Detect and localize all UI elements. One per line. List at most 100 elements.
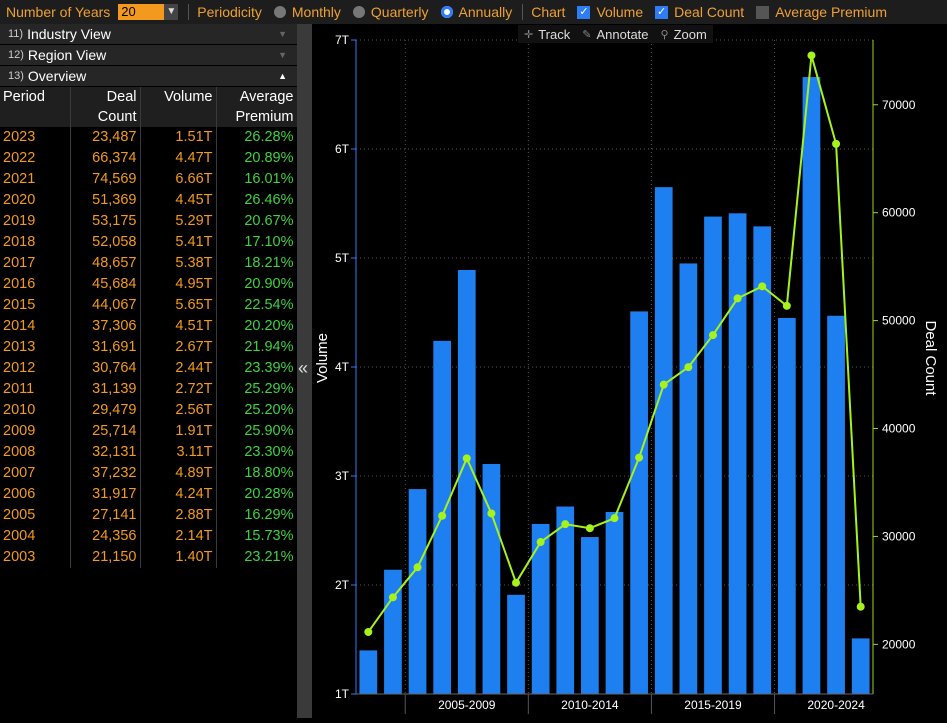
y-tick-label: 5T <box>335 251 350 265</box>
chevron-up-icon[interactable]: ▲ <box>278 71 287 81</box>
zoom-label: Zoom <box>673 26 707 42</box>
deal-count-point <box>758 282 767 291</box>
table-row[interactable]: 2013 31,691 2.67T 21.94% <box>0 337 298 358</box>
track-button[interactable]: ✛ Track <box>518 25 576 43</box>
chevron-down-icon[interactable]: ▼ <box>278 29 287 39</box>
volume-label[interactable]: Volume <box>596 4 643 20</box>
table-row[interactable]: 2016 45,684 4.95T 20.90% <box>0 274 298 295</box>
volume-bar <box>408 489 427 694</box>
monthly-radio[interactable] <box>273 6 286 18</box>
x-tick-label: 2010-2014 <box>561 698 619 712</box>
average-premium-checkbox[interactable]: ✓ <box>756 5 770 19</box>
table-row[interactable]: 2014 37,306 4.51T 20.20% <box>0 316 298 337</box>
annually-radio[interactable] <box>440 6 453 18</box>
deal-count-point <box>388 593 397 602</box>
deal-count-checkbox[interactable]: ✓ <box>655 5 669 19</box>
cell-volume: 2.67T <box>140 337 217 358</box>
years-select[interactable]: 20 ▼ <box>118 4 179 20</box>
volume-checkbox[interactable]: ✓ <box>577 5 591 19</box>
chevron-down-icon[interactable]: ▼ <box>278 50 287 60</box>
y-axis-title: Volume <box>314 333 331 383</box>
deal-count-point <box>733 294 742 303</box>
cell-average-premium: 20.67% <box>216 211 298 232</box>
column-header-volume[interactable]: Volume <box>140 87 217 127</box>
volume-dealcount-chart[interactable]: 1T 2T 3T 4T 5T 6T 7T 20000 30000 40000 50000 60000 7… <box>312 24 947 718</box>
table-row[interactable]: 2021 74,569 6.66T 16.01% <box>0 169 298 190</box>
years-value[interactable]: 20 <box>118 4 165 20</box>
cell-period: 2005 <box>0 505 71 526</box>
annotate-button[interactable]: ✎ Annotate <box>576 25 654 43</box>
cell-period: 2012 <box>0 358 71 379</box>
table-row[interactable]: 2015 44,067 5.65T 22.54% <box>0 295 298 316</box>
annually-label[interactable]: Annually <box>459 4 513 20</box>
deal-count-point <box>635 453 644 462</box>
cell-volume: 6.66T <box>140 169 217 190</box>
volume-bar <box>802 77 821 694</box>
table-row[interactable]: 2005 27,141 2.88T 16.29% <box>0 505 298 526</box>
section-label: Region View <box>27 47 107 63</box>
zoom-button[interactable]: ⚲ Zoom <box>655 25 713 43</box>
cell-volume: 2.44T <box>140 358 217 379</box>
cell-deal-count: 32,131 <box>70 442 141 463</box>
cell-deal-count: 52,058 <box>70 232 141 253</box>
volume-bar <box>679 263 698 694</box>
panel-splitter[interactable]: « <box>297 24 312 718</box>
column-header-deal-count[interactable]: Deal Count <box>70 87 141 127</box>
cell-deal-count: 51,369 <box>70 190 141 211</box>
cell-deal-count: 44,067 <box>70 295 141 316</box>
cell-volume: 1.40T <box>140 547 217 568</box>
cell-average-premium: 25.20% <box>216 400 298 421</box>
column-header-period[interactable]: Period <box>0 87 71 127</box>
top-toolbar: Number of Years 20 ▼ Periodicity Monthly… <box>0 0 947 24</box>
table-row[interactable]: 2017 48,657 5.38T 18.21% <box>0 253 298 274</box>
cell-volume: 5.38T <box>140 253 217 274</box>
quarterly-radio[interactable] <box>352 6 365 18</box>
deal-count-point <box>782 301 791 310</box>
table-row[interactable]: 2012 30,764 2.44T 23.39% <box>0 358 298 379</box>
cell-deal-count: 53,175 <box>70 211 141 232</box>
table-row[interactable]: 2018 52,058 5.41T 17.10% <box>0 232 298 253</box>
deal-count-point <box>438 511 447 520</box>
deal-count-point <box>807 51 816 60</box>
table-row[interactable]: 2019 53,175 5.29T 20.67% <box>0 211 298 232</box>
deal-count-point <box>585 524 594 533</box>
table-row[interactable]: 2008 32,131 3.11T 23.30% <box>0 442 298 463</box>
table-row[interactable]: 2007 37,232 4.89T 18.80% <box>0 463 298 484</box>
annotate-label: Annotate <box>596 26 649 42</box>
section-overview[interactable]: 13) Overview ▲ <box>0 66 297 87</box>
table-row[interactable]: 2023 23,487 1.51T 26.28% <box>0 127 298 148</box>
deal-count-label[interactable]: Deal Count <box>674 4 744 20</box>
volume-bar <box>507 594 525 694</box>
table-row[interactable]: 2004 24,356 2.14T 15.73% <box>0 526 298 547</box>
column-header-average-premium[interactable]: Average Premium <box>216 87 298 127</box>
section-industry-view[interactable]: 11) Industry View ▼ <box>0 24 297 45</box>
cell-average-premium: 22.54% <box>216 295 298 316</box>
cell-average-premium: 25.90% <box>216 421 298 442</box>
monthly-label[interactable]: Monthly <box>292 4 341 20</box>
volume-bar <box>851 638 870 694</box>
cell-average-premium: 20.90% <box>216 274 298 295</box>
volume-bar <box>728 213 747 694</box>
table-row[interactable]: 2011 31,139 2.72T 25.29% <box>0 379 298 400</box>
table-row[interactable]: 2009 25,714 1.91T 25.90% <box>0 421 298 442</box>
table-row[interactable]: 2006 31,917 4.24T 20.28% <box>0 484 298 505</box>
cell-period: 2021 <box>0 169 71 190</box>
deal-count-point <box>684 363 693 372</box>
quarterly-label[interactable]: Quarterly <box>371 4 429 20</box>
header-text: Volume <box>164 89 213 105</box>
cell-period: 2019 <box>0 211 71 232</box>
table-row[interactable]: 2003 21,150 1.40T 23.21% <box>0 547 298 568</box>
section-region-view[interactable]: 12) Region View ▼ <box>0 45 297 66</box>
cell-period: 2003 <box>0 547 71 568</box>
chevron-down-icon[interactable]: ▼ <box>164 4 179 20</box>
cell-period: 2017 <box>0 253 71 274</box>
table-row[interactable]: 2020 51,369 4.45T 26.46% <box>0 190 298 211</box>
cell-deal-count: 45,684 <box>70 274 141 295</box>
table-row[interactable]: 2010 29,479 2.56T 25.20% <box>0 400 298 421</box>
average-premium-label[interactable]: Average Premium <box>775 4 887 20</box>
overview-table: Period Deal Count Volume Average Premium… <box>0 87 298 568</box>
volume-bar <box>556 506 575 694</box>
cell-deal-count: 48,657 <box>70 253 141 274</box>
collapse-left-icon[interactable]: « <box>298 358 308 379</box>
table-row[interactable]: 2022 66,374 4.47T 20.89% <box>0 148 298 169</box>
